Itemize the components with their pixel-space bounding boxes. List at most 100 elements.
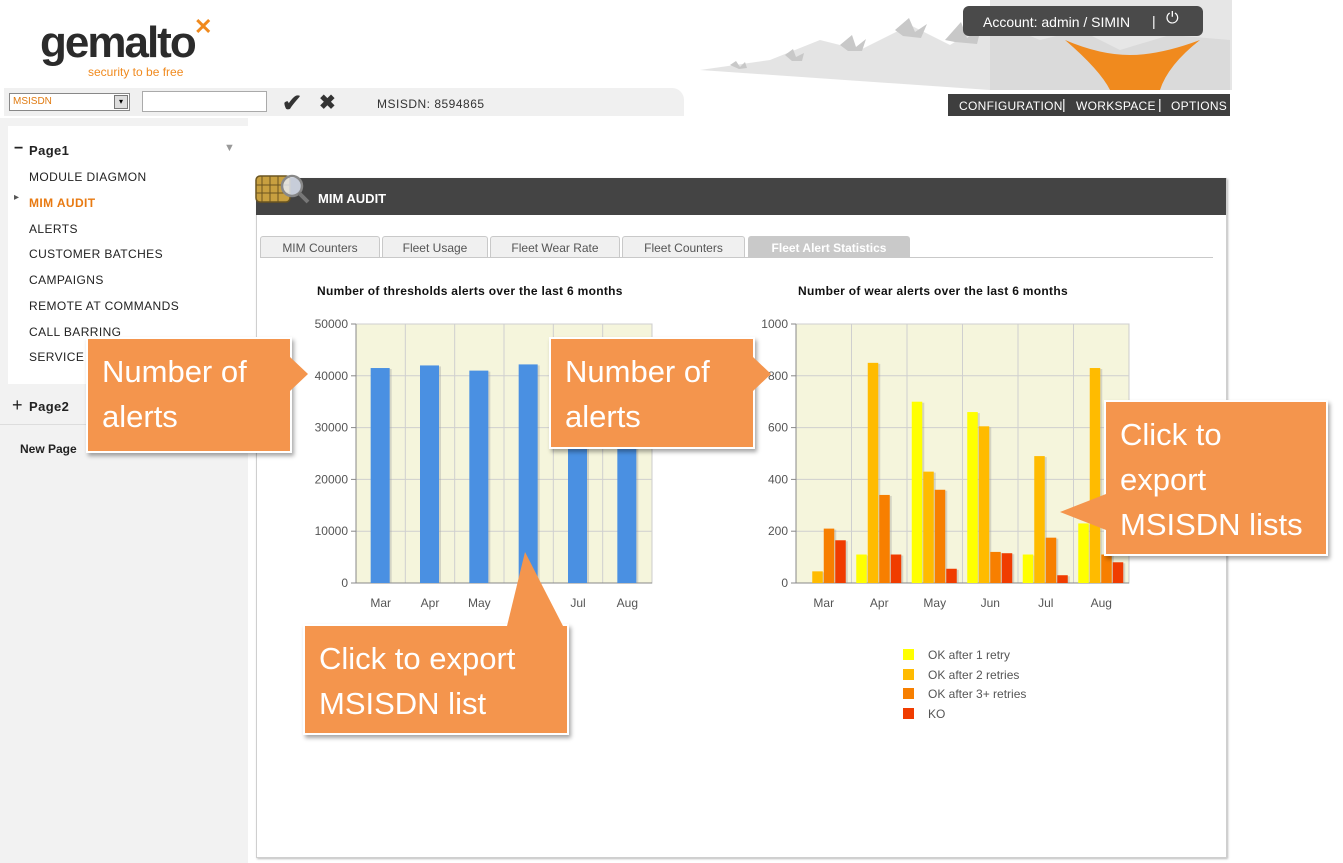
bar: [934, 489, 946, 583]
legend-item: KO: [903, 707, 1026, 727]
collapse-minus-icon[interactable]: −: [14, 140, 24, 158]
power-icon[interactable]: ⏻: [1166, 10, 1179, 28]
bar: [1089, 368, 1101, 583]
bar: [518, 364, 538, 583]
bar: [967, 412, 978, 583]
search-type-select[interactable]: MSISDN ▾: [9, 93, 130, 111]
chevron-down-icon[interactable]: ▾: [114, 95, 128, 109]
sim-magnifier-icon: [255, 174, 310, 204]
search-type-value: MSISDN: [13, 96, 52, 107]
y-tick-label: 50000: [315, 317, 349, 331]
confirm-check-icon[interactable]: ✔: [282, 89, 302, 118]
y-tick-label: 1000: [761, 317, 788, 331]
callout-tail: [1060, 494, 1106, 530]
y-tick-label: 10000: [315, 524, 349, 538]
collapse-arrow-icon[interactable]: ▼: [224, 142, 235, 154]
x-tick-label: Apr: [421, 596, 440, 610]
top-nav: CONFIGURATION | WORKSPACE | OPTIONS: [948, 94, 1230, 116]
nav-workspace[interactable]: WORKSPACE: [1076, 99, 1156, 113]
y-tick-label: 40000: [315, 369, 349, 383]
x-tick-label: Aug: [1091, 596, 1112, 610]
chart1-title: Number of thresholds alerts over the las…: [317, 284, 623, 298]
sidebar-item-module-diagmon[interactable]: MODULE DIAGMON: [29, 170, 147, 184]
bar: [420, 365, 439, 583]
sidebar-page1[interactable]: Page1: [29, 143, 69, 158]
y-tick-label: 30000: [315, 421, 349, 435]
legend-swatch: [903, 688, 914, 699]
legend-swatch: [903, 668, 914, 680]
logo-tagline: security to be free: [88, 65, 184, 79]
nav-options[interactable]: OPTIONS: [1171, 99, 1227, 113]
nav-configuration[interactable]: CONFIGURATION: [959, 99, 1063, 113]
x-tick-label: Jun: [981, 596, 1000, 610]
x-tick-label: Mar: [370, 596, 391, 610]
x-tick-label: Jul: [1038, 596, 1053, 610]
bar: [1101, 554, 1112, 583]
tab-mim-counters[interactable]: MIM Counters: [260, 236, 380, 258]
account-bar: Account: admin / SIMIN | ⏻: [963, 6, 1203, 36]
y-tick-label: 20000: [315, 472, 349, 486]
sidebar-item-remote-at-commands[interactable]: REMOTE AT COMMANDS: [29, 299, 179, 313]
new-page-link[interactable]: New Page: [20, 442, 77, 456]
bar: [812, 571, 823, 583]
sidebar-item-customer-batches[interactable]: CUSTOMER BATCHES: [29, 247, 163, 261]
bar: [990, 551, 1001, 583]
callout-tail: [507, 552, 563, 626]
bar: [1022, 554, 1034, 583]
bar: [823, 528, 835, 583]
bar: [911, 401, 923, 583]
expand-plus-icon[interactable]: +: [12, 395, 23, 416]
y-tick-label: 200: [768, 524, 788, 538]
y-tick-label: 0: [341, 576, 348, 590]
y-tick-label: 800: [768, 369, 788, 383]
y-tick-label: 0: [781, 576, 788, 590]
clear-x-icon[interactable]: ✖: [319, 90, 336, 115]
y-tick-label: 600: [768, 421, 788, 435]
callout-tail: [753, 357, 771, 391]
account-label[interactable]: Account: admin / SIMIN: [983, 14, 1130, 30]
tab-fleet-alert-statistics[interactable]: Fleet Alert Statistics: [748, 236, 910, 258]
sidebar-item-alerts[interactable]: ALERTS: [29, 222, 78, 236]
bar: [469, 370, 489, 583]
nav-separator: |: [1158, 96, 1162, 112]
active-marker-icon: ▸: [14, 192, 20, 203]
gemalto-logo: gemalto: [40, 18, 197, 67]
callout-export-msisdn-lists: Click to export MSISDN lists: [1104, 400, 1328, 556]
msisdn-display: MSISDN: 8594865: [377, 97, 485, 111]
sidebar-item-service[interactable]: SERVICE: [29, 350, 84, 364]
callout-right-number-of-alerts: Number of alerts: [549, 337, 755, 449]
legend-item: OK after 2 retries: [903, 668, 1026, 688]
bar: [370, 368, 390, 583]
legend-label: KO: [928, 706, 946, 721]
callout-export-msisdn-list: Click to export MSISDN list: [303, 624, 569, 735]
search-input[interactable]: [142, 91, 267, 112]
chart2-title: Number of wear alerts over the last 6 mo…: [798, 284, 1068, 298]
tab-fleet-counters[interactable]: Fleet Counters: [622, 236, 745, 258]
y-tick-label: 400: [768, 472, 788, 486]
callout-left-number-of-alerts: Number of alerts: [86, 337, 292, 453]
tab-underline: [260, 257, 1213, 258]
bar: [1057, 575, 1068, 583]
bar: [1034, 456, 1045, 583]
legend-item: OK after 3+ retries: [903, 687, 1026, 707]
legend-swatch: [903, 649, 914, 660]
x-tick-label: May: [923, 596, 946, 610]
bar: [946, 568, 957, 583]
bar: [923, 471, 934, 583]
bar: [1001, 553, 1013, 583]
tab-fleet-wear-rate[interactable]: Fleet Wear Rate: [490, 236, 620, 258]
sidebar-page2[interactable]: Page2: [29, 399, 69, 414]
sidebar-item-campaigns[interactable]: CAMPAIGNS: [29, 273, 104, 287]
logo-mark-icon: ✕: [194, 14, 213, 39]
x-tick-label: Mar: [813, 596, 834, 610]
account-separator: |: [1152, 13, 1156, 29]
bar: [835, 540, 846, 583]
legend-item: OK after 1 retry: [903, 648, 1026, 668]
tab-fleet-usage[interactable]: Fleet Usage: [382, 236, 488, 258]
legend-swatch: [903, 707, 914, 719]
panel-header: [256, 178, 1226, 215]
sidebar-item-mim-audit[interactable]: MIM AUDIT: [29, 196, 95, 210]
legend-label: OK after 1 retry: [928, 648, 1011, 662]
callout-tail: [290, 357, 308, 391]
bar: [867, 362, 879, 583]
